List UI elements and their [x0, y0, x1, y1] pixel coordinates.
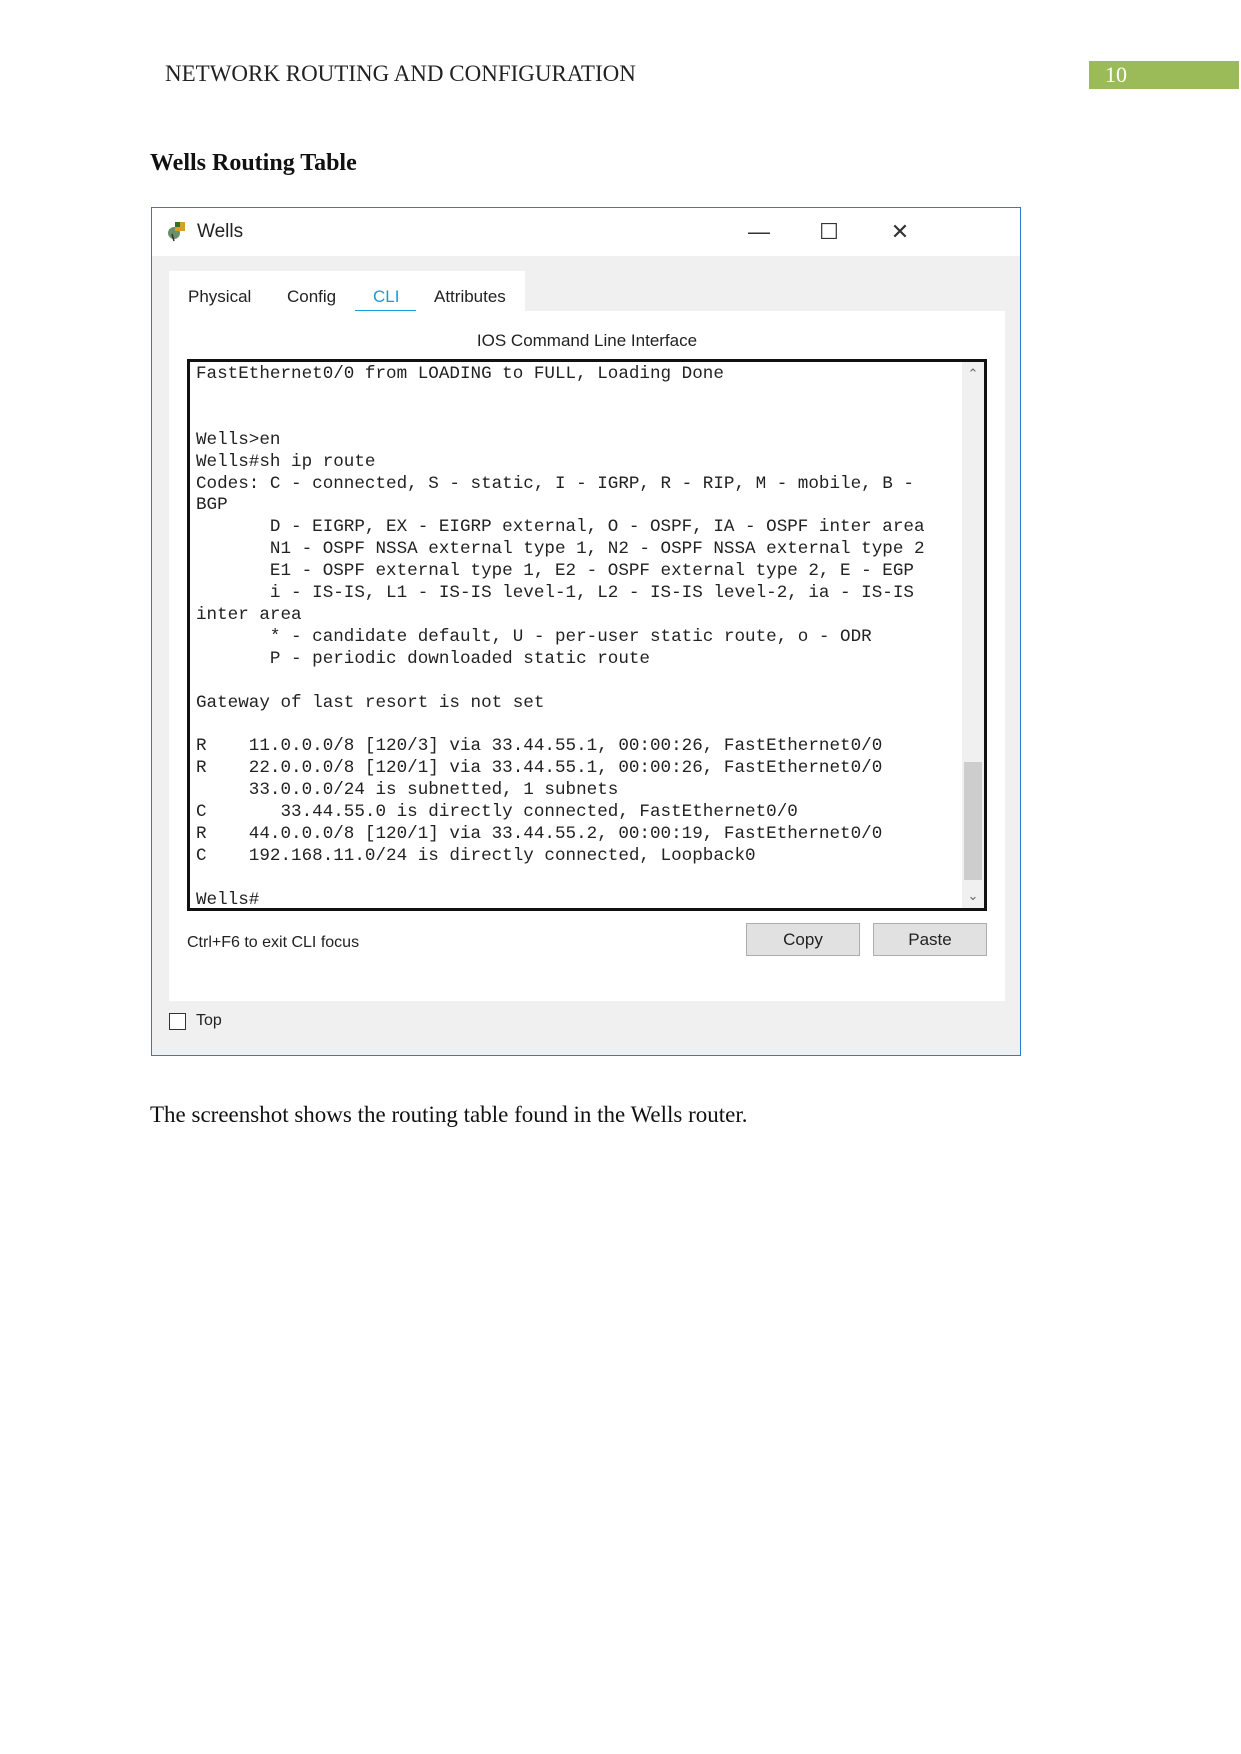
window-title: Wells — [197, 221, 244, 242]
terminal-line: Wells#sh ip route — [196, 451, 376, 472]
top-label: Top — [196, 1012, 222, 1029]
terminal-line: 33.0.0.0/24 is subnetted, 1 subnets — [196, 780, 619, 801]
scroll-up-icon[interactable]: ⌃ — [962, 366, 984, 382]
terminal-output: FastEthernet0/0 from LOADING to FULL, Lo… — [196, 364, 925, 910]
terminal-line: BGP — [196, 495, 228, 516]
caption-paragraph: The screenshot shows the routing table f… — [150, 1102, 748, 1127]
terminal-line: R 44.0.0.0/8 [120/1] via 33.44.55.2, 00:… — [196, 824, 883, 845]
page-number: 10 — [1089, 61, 1239, 89]
terminal-line: Gateway of last resort is not set — [196, 692, 545, 713]
cli-focus-hint: Ctrl+F6 to exit CLI focus — [187, 934, 360, 951]
terminal-line: Wells>en — [196, 429, 281, 450]
terminal-line: P - periodic downloaded static route — [196, 648, 650, 669]
paste-button[interactable]: Paste — [873, 923, 987, 956]
terminal-line: C 33.44.55.0 is directly connected, Fast… — [196, 802, 798, 823]
scroll-down-icon[interactable]: ⌄ — [962, 888, 984, 904]
cli-terminal[interactable]: FastEthernet0/0 from LOADING to FULL, Lo… — [187, 359, 987, 911]
maximize-button[interactable]: ☐ — [809, 216, 849, 248]
document-page: NETWORK ROUTING AND CONFIGURATION 10 Wel… — [0, 0, 1241, 1754]
cli-panel: IOS Command Line Interface FastEthernet0… — [169, 311, 1005, 1001]
wells-router-window: Wells — ☐ ✕ Physical Config CLI Attribut… — [151, 207, 1021, 1056]
scrollbar-thumb[interactable] — [964, 762, 982, 880]
tab-cli[interactable]: CLI — [373, 287, 399, 307]
terminal-line: E1 - OSPF external type 1, E2 - OSPF ext… — [196, 561, 914, 582]
terminal-line: Wells# — [196, 889, 260, 910]
running-header: NETWORK ROUTING AND CONFIGURATION — [165, 61, 636, 86]
tab-attributes[interactable]: Attributes — [434, 287, 506, 307]
tab-config[interactable]: Config — [287, 287, 336, 307]
terminal-line: * - candidate default, U - per-user stat… — [196, 626, 872, 647]
terminal-line: FastEthernet0/0 from LOADING to FULL, Lo… — [196, 364, 724, 384]
terminal-line: R 11.0.0.0/8 [120/3] via 33.44.55.1, 00:… — [196, 736, 883, 757]
tab-physical[interactable]: Physical — [188, 287, 251, 307]
terminal-line: C 192.168.11.0/24 is directly connected,… — [196, 845, 756, 866]
terminal-line: R 22.0.0.0/8 [120/1] via 33.44.55.1, 00:… — [196, 758, 883, 779]
terminal-scrollbar[interactable]: ⌃ ⌄ — [962, 362, 984, 908]
router-app-icon — [168, 222, 185, 242]
close-button[interactable]: ✕ — [880, 216, 920, 248]
minimize-button[interactable]: — — [739, 216, 779, 248]
terminal-line: inter area — [196, 604, 302, 625]
title-bar: Wells — ☐ ✕ — [152, 208, 1020, 256]
top-checkbox[interactable] — [169, 1013, 186, 1030]
section-heading: Wells Routing Table — [150, 150, 357, 176]
copy-button[interactable]: Copy — [746, 923, 860, 956]
terminal-line: N1 - OSPF NSSA external type 1, N2 - OSP… — [196, 539, 925, 560]
terminal-line: Codes: C - connected, S - static, I - IG… — [196, 473, 914, 494]
cli-title: IOS Command Line Interface — [476, 331, 698, 350]
terminal-line: D - EIGRP, EX - EIGRP external, O - OSPF… — [196, 517, 925, 538]
terminal-line: i - IS-IS, L1 - IS-IS level-1, L2 - IS-I… — [196, 583, 914, 604]
